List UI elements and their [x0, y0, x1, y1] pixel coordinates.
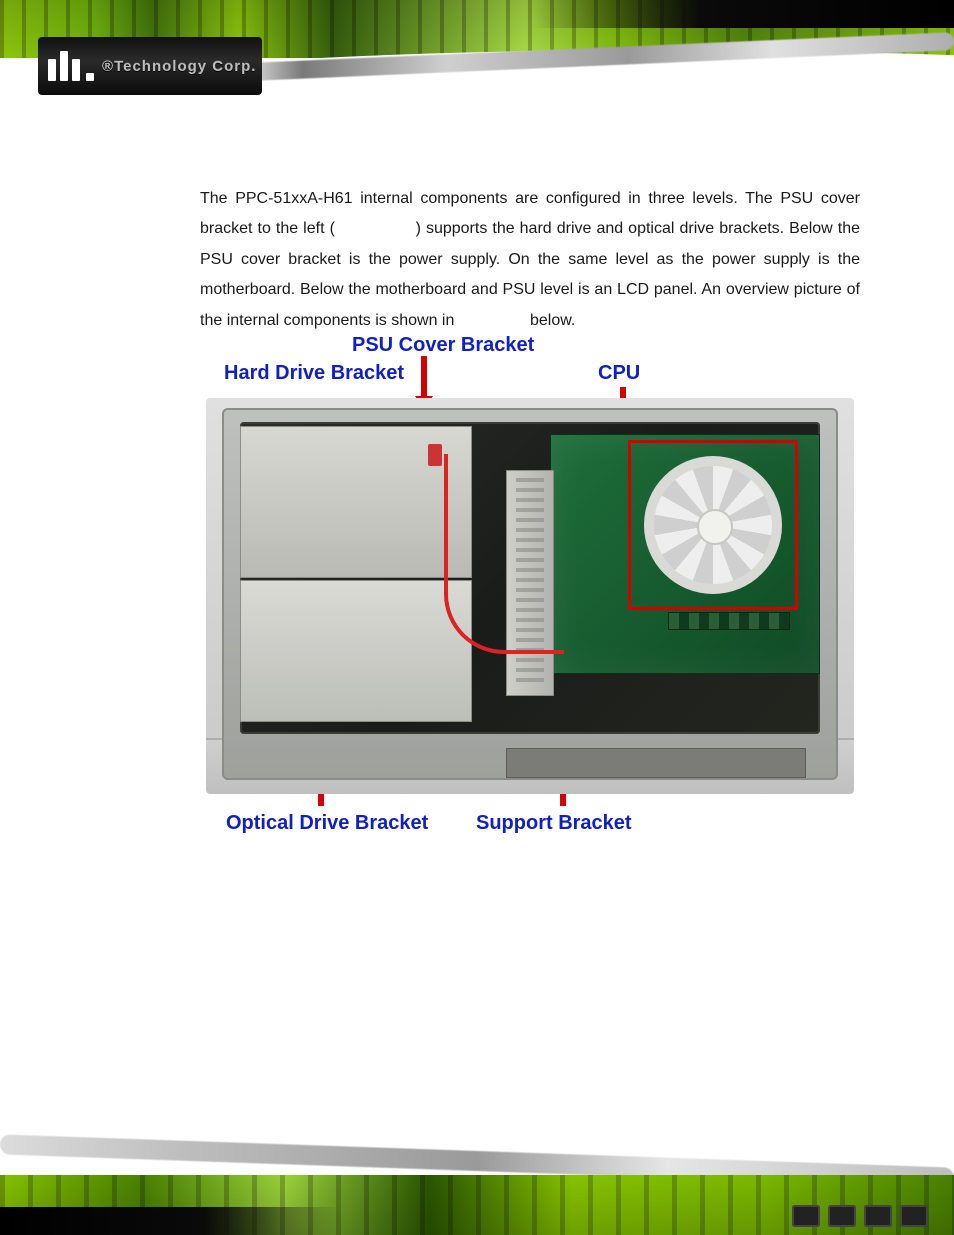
label-cpu: CPU: [598, 362, 640, 385]
brand-name: Technology Corp.: [114, 58, 256, 75]
sata-cable-icon: [444, 454, 564, 654]
document-page: ®Technology Corp. The PPC-51xxA-H61 inte…: [0, 0, 954, 1235]
header-black-gradient: [534, 0, 954, 28]
cpu-fan-icon: [644, 456, 782, 594]
page-header: ®Technology Corp.: [0, 0, 954, 118]
intro-paragraph: The PPC-51xxA-H61 internal components ar…: [200, 184, 860, 336]
chip-icon: [864, 1205, 892, 1227]
figure-internal-components: PSU Cover Bracket Hard Drive Bracket CPU…: [200, 332, 860, 842]
brand-mark-icon: [48, 51, 94, 81]
label-hard-drive-bracket: Hard Drive Bracket: [224, 362, 404, 385]
ram-module: [668, 612, 790, 630]
footer-chip-icons: [792, 1205, 928, 1227]
sata-connector-icon: [428, 444, 442, 466]
label-psu-cover-bracket: PSU Cover Bracket: [352, 334, 534, 357]
para-part3: below.: [530, 312, 575, 329]
page-footer: [0, 1115, 954, 1235]
optical-drive-bracket: [240, 580, 472, 722]
brand-text: ®Technology Corp.: [102, 58, 256, 75]
footer-black-gradient: [0, 1207, 340, 1235]
io-panel: [506, 748, 806, 778]
brand-reg: ®: [102, 58, 114, 75]
arrow-psu: [421, 356, 427, 400]
chip-icon: [900, 1205, 928, 1227]
body-content: The PPC-51xxA-H61 internal components ar…: [200, 184, 860, 336]
label-support-bracket: Support Bracket: [476, 812, 632, 835]
label-optical-drive-bracket: Optical Drive Bracket: [226, 812, 428, 835]
chip-icon: [828, 1205, 856, 1227]
brand-logo: ®Technology Corp.: [38, 37, 262, 95]
chip-icon: [792, 1205, 820, 1227]
figure-photo: [206, 398, 854, 794]
